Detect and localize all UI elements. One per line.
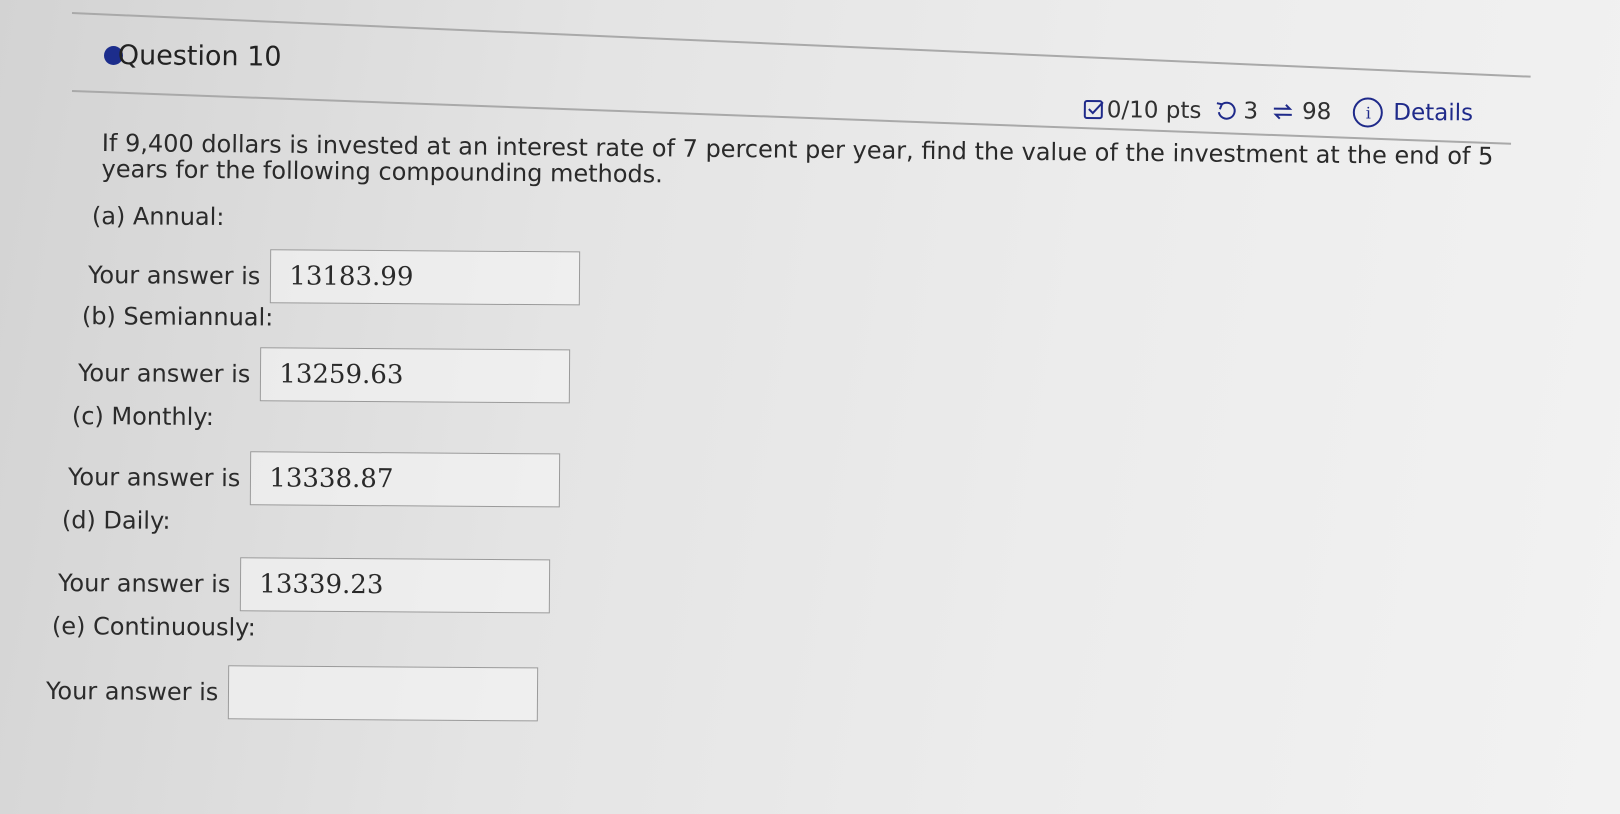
submissions-count: 98 (1301, 98, 1332, 126)
swap-arrows-icon (1270, 100, 1296, 124)
part-d-answer-row: Your answer is 13339.23 (57, 556, 551, 614)
question-meta: 0/10 pts 3 98 i Details (1083, 92, 1474, 131)
part-a-label: (a) Annual: (91, 202, 225, 232)
answer-prefix: Your answer is (45, 677, 219, 707)
undo-icon (1213, 99, 1237, 123)
part-c-answer-row: Your answer is 13338.87 (67, 450, 561, 508)
answer-input-e[interactable] (228, 665, 539, 722)
part-a-answer-row: Your answer is 13183.99 (87, 248, 581, 306)
part-c-label: (c) Monthly: (71, 402, 214, 432)
info-icon[interactable]: i (1353, 97, 1384, 128)
part-b-label: (b) Semiannual: (81, 302, 274, 332)
checkbox-icon (1083, 98, 1107, 122)
answer-input-d[interactable]: 13339.23 (240, 557, 551, 614)
top-divider (71, 12, 1531, 78)
part-b-answer-row: Your answer is 13259.63 (77, 346, 571, 404)
retries-count: 3 (1243, 98, 1259, 125)
answer-input-a[interactable]: 13183.99 (270, 249, 581, 306)
question-title: Question 10 (117, 40, 282, 73)
answer-prefix: Your answer is (77, 359, 251, 389)
part-e-answer-row: Your answer is (45, 664, 539, 722)
details-link[interactable]: Details (1393, 100, 1473, 127)
score-text: 0/10 pts (1106, 97, 1202, 125)
part-e-label: (e) Continuously: (51, 612, 256, 642)
answer-prefix: Your answer is (87, 261, 261, 291)
answer-input-c[interactable]: 13338.87 (250, 451, 561, 508)
question-text: If 9,400 dollars is invested at an inter… (101, 129, 1494, 189)
answer-input-b[interactable]: 13259.63 (260, 347, 571, 404)
answer-prefix: Your answer is (57, 569, 231, 599)
answer-prefix: Your answer is (67, 463, 241, 493)
part-d-label: (d) Daily: (61, 506, 171, 535)
